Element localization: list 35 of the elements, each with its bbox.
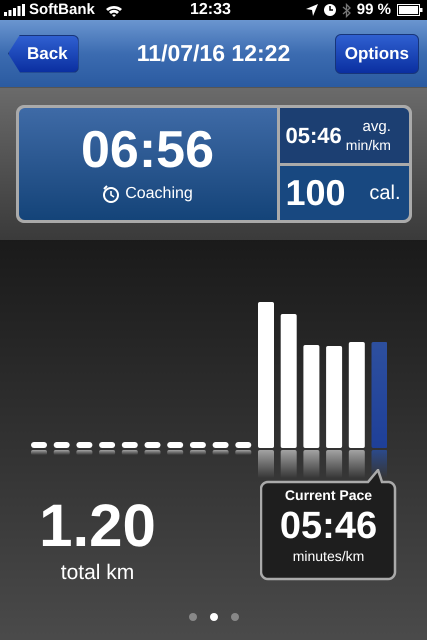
timer-icon [102, 185, 120, 203]
distance-value: 1.20 [39, 495, 156, 557]
pace-bar [212, 442, 229, 455]
battery-percent: 99 % [356, 0, 391, 20]
back-button[interactable]: Back [8, 34, 79, 72]
clock-icon [324, 4, 336, 16]
distance-unit: total km [60, 560, 134, 586]
bluetooth-icon [342, 2, 351, 18]
coaching-label: Coaching [125, 184, 193, 204]
pace-bar [167, 442, 184, 455]
screen-title: 11/07/16 12:22 [136, 39, 290, 68]
current-pace-unit: minutes/km [292, 547, 364, 566]
carrier-name: SoftBank [29, 0, 95, 20]
current-pace-value: 05:46 [280, 506, 378, 546]
avg-pace-value: 05:46 [286, 122, 342, 150]
signal-icon [4, 4, 26, 16]
location-arrow-icon [306, 4, 318, 16]
pace-bar [54, 442, 70, 455]
status-time: 12:33 [190, 0, 231, 20]
duration-value: 06:56 [81, 122, 214, 178]
pace-bar [76, 442, 92, 455]
wifi-icon [104, 4, 123, 16]
pace-bar [31, 442, 47, 455]
pace-bar [122, 442, 138, 455]
avg-pace-unit: avg. [362, 118, 391, 136]
calories-unit: cal. [369, 181, 400, 206]
battery-icon [397, 4, 423, 16]
pace-bar [190, 442, 206, 455]
avg-pace-unit: min/km [346, 136, 391, 154]
options-button[interactable]: Options [334, 34, 419, 74]
pace-bar [144, 442, 160, 455]
current-pace-title: Current Pace [284, 486, 372, 505]
pace-bar [235, 442, 252, 455]
calories-value: 100 [286, 171, 346, 215]
pace-bar [99, 442, 116, 455]
